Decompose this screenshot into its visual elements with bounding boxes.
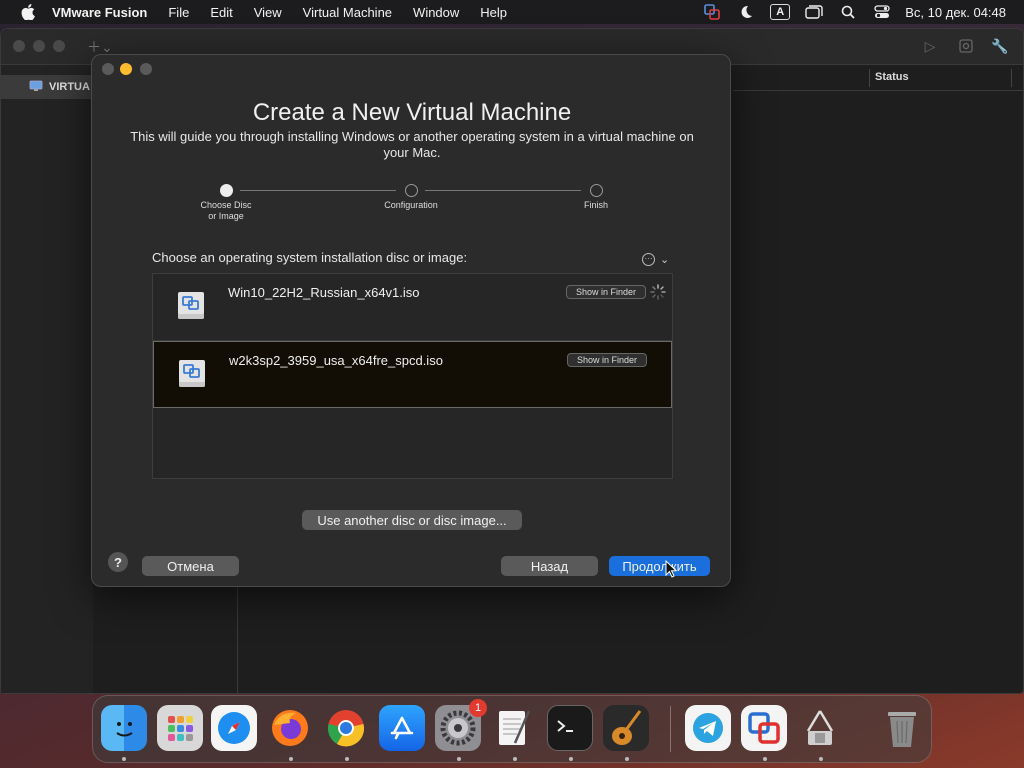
step-label-line: or Image <box>208 211 244 221</box>
play-icon[interactable]: ▷ <box>921 37 939 55</box>
running-indicator <box>625 757 629 761</box>
library-minimize-button[interactable] <box>33 40 45 52</box>
chrome-icon[interactable] <box>323 705 369 751</box>
running-indicator <box>763 757 767 761</box>
column-separator <box>1011 69 1012 87</box>
step-label-choose-disc: Choose Disc or Image <box>181 200 271 222</box>
menu-window[interactable]: Window <box>413 5 459 20</box>
running-indicator <box>345 757 349 761</box>
pane-divider[interactable] <box>237 587 238 695</box>
dialog-close-button[interactable] <box>102 63 114 75</box>
moon-icon[interactable] <box>735 3 757 21</box>
menu-file[interactable]: File <box>168 5 189 20</box>
mouse-cursor-icon <box>665 559 678 578</box>
trash-icon[interactable] <box>879 705 925 751</box>
chevron-down-icon: ⌄ <box>660 253 670 266</box>
back-button[interactable]: Назад <box>501 556 598 576</box>
column-separator <box>869 69 870 87</box>
archive-utility-icon[interactable] <box>797 705 843 751</box>
sidebar-item-virtual-machines[interactable]: VIRTUA <box>1 75 93 99</box>
input-source-letter: A <box>770 4 791 20</box>
dialog-subtitle: This will guide you through installing W… <box>130 129 694 160</box>
notification-badge: 1 <box>469 699 487 717</box>
step-connector <box>425 190 581 191</box>
disc-list-item[interactable]: Win10_22H2_Russian_x64v1.iso Show in Fin… <box>153 274 672 341</box>
dialog-minimize-button[interactable] <box>120 63 132 75</box>
help-button[interactable]: ? <box>108 552 128 572</box>
running-indicator <box>513 757 517 761</box>
disc-list-item-selected[interactable]: w2k3sp2_3959_usa_x64fre_spcd.iso Show in… <box>153 341 672 408</box>
show-in-finder-button[interactable]: Show in Finder <box>566 285 646 299</box>
app-store-icon[interactable] <box>379 705 425 751</box>
safari-icon[interactable] <box>211 705 257 751</box>
running-indicator <box>289 757 293 761</box>
library-close-button[interactable] <box>13 40 25 52</box>
vmware-fusion-icon[interactable] <box>741 705 787 751</box>
step-dot-finish <box>590 184 603 197</box>
launchpad-icon[interactable] <box>157 705 203 751</box>
step-dot-configuration <box>405 184 418 197</box>
ellipsis-circle-icon: ··· <box>642 252 655 266</box>
library-zoom-button[interactable] <box>53 40 65 52</box>
disc-file-name: w2k3sp2_3959_usa_x64fre_spcd.iso <box>229 353 443 368</box>
running-indicator <box>819 757 823 761</box>
spotlight-search-icon[interactable] <box>837 3 859 21</box>
running-indicator <box>457 757 461 761</box>
textedit-icon[interactable] <box>491 705 537 751</box>
system-settings-icon[interactable]: 1 <box>435 699 487 751</box>
disc-image-icon <box>176 356 208 390</box>
menu-edit[interactable]: Edit <box>210 5 232 20</box>
running-indicator <box>122 757 126 761</box>
use-another-disc-button[interactable]: Use another disc or disc image... <box>302 510 522 530</box>
menu-clock[interactable]: Вс, 10 дек. 04:48 <box>905 5 1006 20</box>
settings-wrench-icon[interactable]: 🔧 <box>991 37 1009 55</box>
terminal-icon[interactable] <box>547 705 593 751</box>
dialog-title: Create a New Virtual Machine <box>252 99 572 126</box>
finder-icon[interactable] <box>101 705 147 751</box>
menu-help[interactable]: Help <box>480 5 507 20</box>
step-label-line: Choose Disc <box>200 200 252 210</box>
step-connector <box>240 190 396 191</box>
dock: 1 <box>92 695 932 763</box>
sidebar-item-label: VIRTUA <box>49 81 90 93</box>
library-sidebar: VIRTUA <box>1 65 93 693</box>
more-options-button[interactable]: ··· ⌄ <box>642 252 672 266</box>
control-center-icon[interactable] <box>871 3 893 21</box>
firefox-icon[interactable] <box>267 705 313 751</box>
step-dot-choose-disc <box>220 184 233 197</box>
running-indicator <box>569 757 573 761</box>
telegram-icon[interactable] <box>685 705 731 751</box>
status-column-header[interactable]: Status <box>875 71 909 83</box>
garageband-icon[interactable] <box>603 705 649 751</box>
input-source-icon[interactable]: A <box>769 3 791 21</box>
disc-image-list[interactable]: Win10_22H2_Russian_x64v1.iso Show in Fin… <box>152 273 673 479</box>
menu-app-name[interactable]: VMware Fusion <box>52 5 147 20</box>
choose-disc-label: Choose an operating system installation … <box>152 250 468 265</box>
menu-virtual-machine[interactable]: Virtual Machine <box>303 5 392 20</box>
dialog-zoom-button[interactable] <box>140 63 152 75</box>
continue-button[interactable]: Продолжить <box>609 556 710 576</box>
loading-spinner-icon <box>650 284 666 300</box>
disc-file-name: Win10_22H2_Russian_x64v1.iso <box>228 285 420 300</box>
monitor-icon <box>29 80 43 95</box>
step-label-finish: Finish <box>583 200 608 210</box>
step-label-configuration: Configuration <box>384 200 438 210</box>
menu-bar: VMware Fusion File Edit View Virtual Mac… <box>0 0 1024 24</box>
menu-view[interactable]: View <box>254 5 282 20</box>
dock-separator <box>670 706 671 752</box>
apple-menu-icon[interactable] <box>18 2 38 22</box>
screen-mirroring-icon[interactable] <box>803 3 825 21</box>
new-vm-assistant-dialog: Create a New Virtual Machine This will g… <box>91 54 731 587</box>
show-in-finder-button[interactable]: Show in Finder <box>567 353 647 367</box>
snapshot-icon[interactable] <box>957 37 975 55</box>
vmware-status-icon[interactable] <box>701 3 723 21</box>
cancel-button[interactable]: Отмена <box>142 556 239 576</box>
disc-image-icon <box>175 288 207 322</box>
